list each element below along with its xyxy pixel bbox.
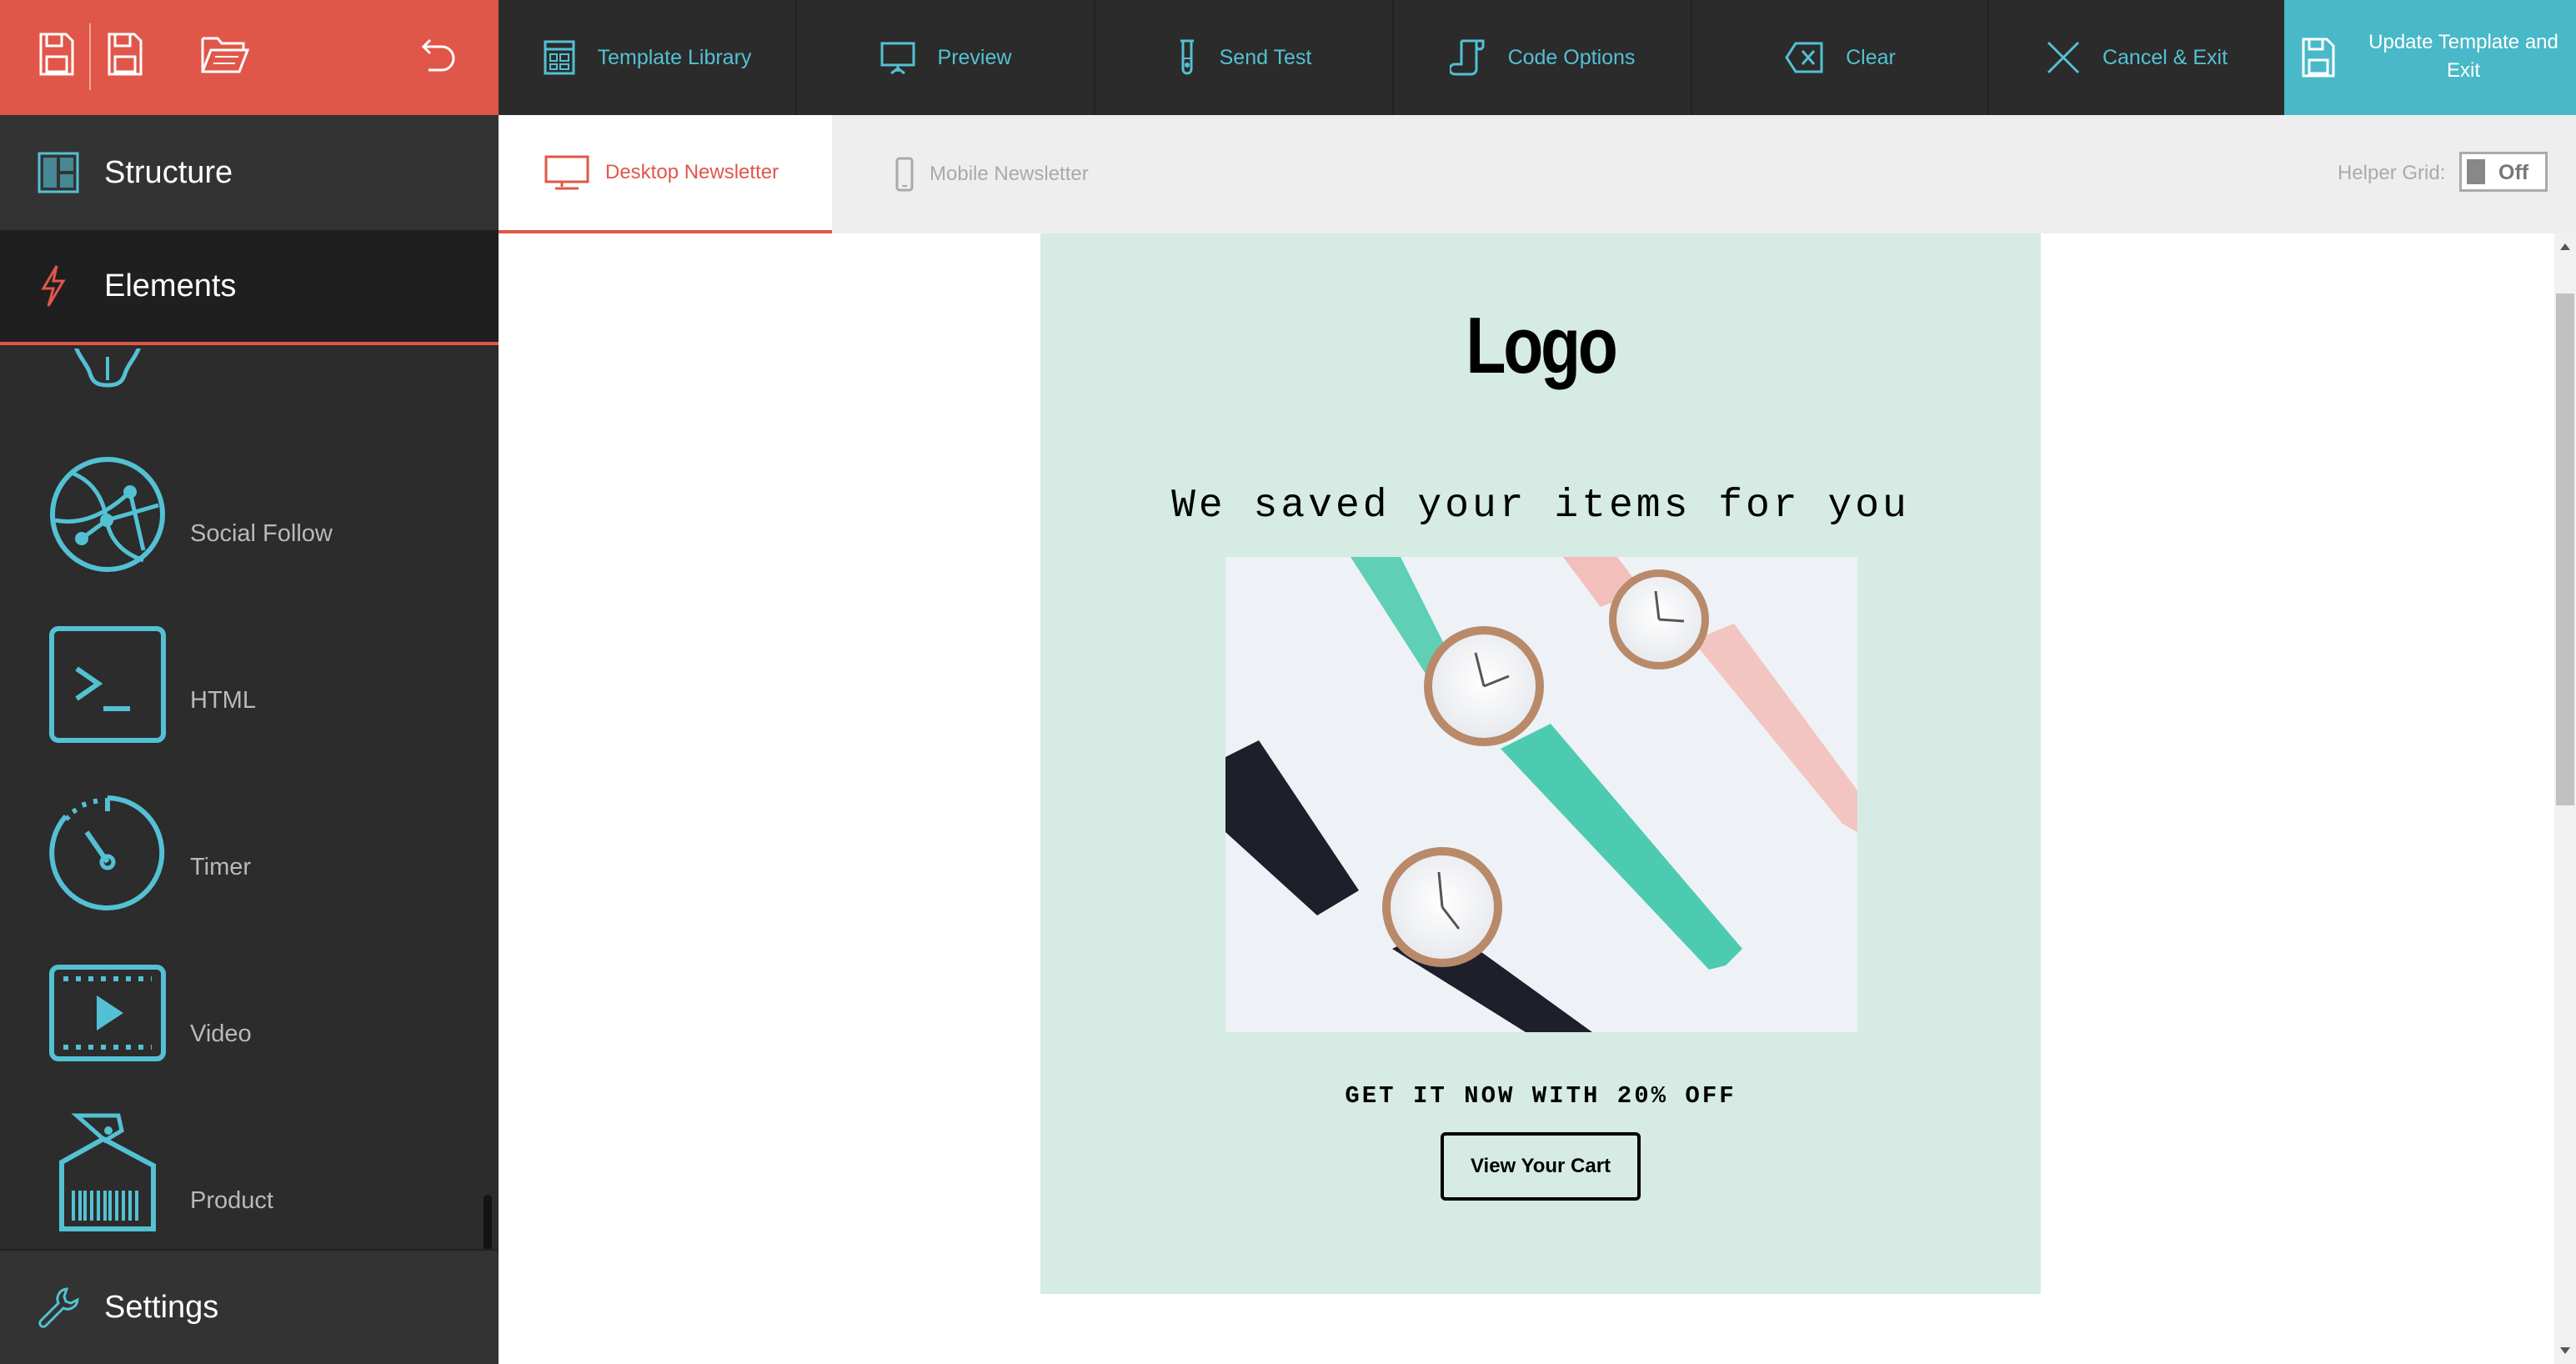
toggle-state: Off (2498, 161, 2529, 184)
canvas-scrollbar[interactable] (2554, 233, 2576, 1364)
preview-label: Preview (937, 45, 1012, 69)
product-image-watches[interactable] (1225, 557, 1857, 1032)
elements-label: Elements (104, 268, 237, 303)
update-label-line2: Exit (2446, 59, 2480, 82)
save-icon[interactable] (38, 32, 75, 77)
element-label: Video (190, 1020, 252, 1047)
lightning-icon (37, 263, 70, 308)
element-timer[interactable]: Timer (0, 782, 499, 949)
sidebar-item-structure[interactable]: Structure (0, 115, 499, 230)
structure-label: Structure (104, 154, 233, 190)
template-library-icon (543, 39, 576, 76)
update-template-exit-button[interactable]: Update Template and Exit (2284, 0, 2576, 115)
scroll-code-icon (1449, 38, 1486, 77)
code-options-button[interactable]: Code Options (1394, 0, 1692, 115)
top-toolbar: Template Library Preview Send Test Code … (0, 0, 2576, 115)
element-video[interactable]: Video (0, 949, 499, 1116)
element-product[interactable]: Product (0, 1113, 499, 1249)
view-tab-bar: Desktop Newsletter Mobile Newsletter Hel… (499, 115, 2576, 233)
view-cart-button[interactable]: View Your Cart (1441, 1132, 1641, 1201)
test-tube-icon (1176, 38, 1198, 77)
terminal-icon (48, 625, 167, 744)
helper-grid-label: Helper Grid: (2338, 162, 2446, 184)
wrench-icon (37, 1286, 80, 1329)
tab-desktop-newsletter[interactable]: Desktop Newsletter (499, 115, 832, 233)
product-tag-icon (58, 1112, 157, 1232)
save-as-icon[interactable] (107, 32, 145, 77)
offer-text[interactable]: GET IT NOW WITH 20% OFF (1040, 1082, 2041, 1110)
backspace-icon (1784, 41, 1824, 74)
clear-button[interactable]: Clear (1692, 0, 1989, 115)
preview-button[interactable]: Preview (797, 0, 1095, 115)
element-label: Product (190, 1187, 273, 1214)
video-icon (48, 964, 167, 1062)
save-icon (2301, 37, 2336, 78)
open-folder-icon[interactable] (200, 32, 250, 77)
scroll-down-arrow-icon[interactable] (2560, 1347, 2570, 1354)
settings-label: Settings (104, 1289, 219, 1325)
layout-icon (37, 151, 80, 194)
desktop-icon (544, 154, 590, 191)
tab-label: Mobile Newsletter (930, 163, 1089, 185)
element-social-follow[interactable]: Social Follow (0, 449, 499, 615)
update-label-line1: Update Template and (2368, 31, 2558, 53)
clear-label: Clear (1846, 45, 1896, 69)
mobile-phone-icon (895, 156, 915, 193)
toggle-knob (2467, 159, 2485, 184)
cancel-exit-button[interactable]: Cancel & Exit (1989, 0, 2284, 115)
timer-icon (48, 794, 167, 912)
scroll-up-arrow-icon[interactable] (2560, 243, 2570, 250)
template-library-label: Template Library (597, 45, 752, 69)
tab-mobile-newsletter[interactable]: Mobile Newsletter (895, 115, 1089, 233)
partial-element-icon (62, 349, 153, 399)
tab-label: Desktop Newsletter (605, 161, 779, 183)
helper-grid-toggle[interactable]: Off (2459, 152, 2548, 192)
quick-actions (0, 0, 499, 115)
element-label: Timer (190, 854, 252, 880)
code-options-label: Code Options (1507, 45, 1636, 69)
divider (89, 23, 91, 90)
globe-network-icon (48, 455, 167, 574)
editor-canvas[interactable]: Logo We saved your items for you GET IT … (499, 233, 2554, 1364)
element-html[interactable]: HTML (0, 615, 499, 782)
send-test-label: Send Test (1219, 45, 1312, 69)
undo-icon[interactable] (420, 32, 459, 77)
element-label: Social Follow (190, 520, 333, 547)
update-label: Update Template and Exit (2359, 28, 2568, 85)
sidebar: Structure Elements Social Follow HTML Ti… (0, 115, 499, 1364)
newsletter-logo[interactable]: Logo (1130, 300, 1951, 392)
presentation-icon (880, 39, 916, 76)
template-library-button[interactable]: Template Library (499, 0, 797, 115)
newsletter-body[interactable]: Logo We saved your items for you GET IT … (1040, 233, 2041, 1294)
sidebar-item-elements[interactable]: Elements (0, 230, 499, 345)
newsletter-headline[interactable]: We saved your items for you (1040, 484, 2041, 529)
sidebar-item-settings[interactable]: Settings (0, 1249, 499, 1364)
scrollbar-thumb[interactable] (2556, 293, 2574, 805)
send-test-button[interactable]: Send Test (1095, 0, 1394, 115)
cancel-exit-label: Cancel & Exit (2102, 45, 2228, 69)
element-label: HTML (190, 687, 256, 714)
elements-list: Social Follow HTML Timer Video Product (0, 349, 499, 1249)
close-icon (2046, 40, 2081, 75)
